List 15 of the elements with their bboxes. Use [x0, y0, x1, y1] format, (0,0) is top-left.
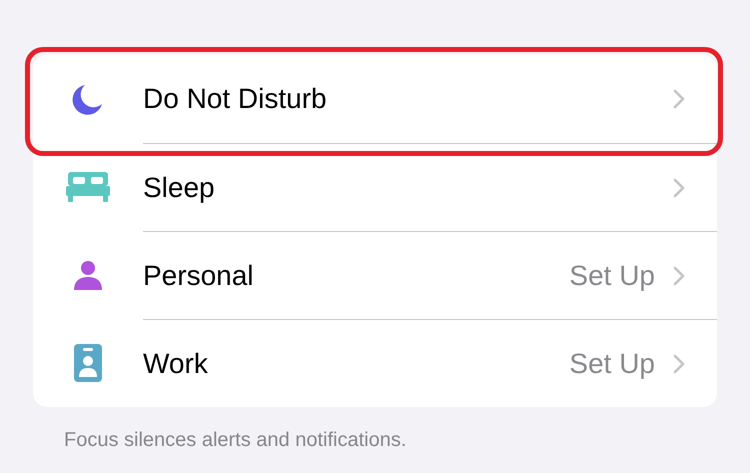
- chevron-icon: [673, 178, 685, 198]
- row-label: Do Not Disturb: [143, 82, 328, 116]
- focus-row[interactable]: Do Not Disturb: [33, 55, 717, 143]
- row-detail: Set Up: [569, 346, 655, 381]
- chevron-icon: [673, 89, 685, 109]
- chevron-icon: [673, 266, 685, 286]
- row-label: Sleep: [143, 170, 216, 205]
- focus-row[interactable]: Personal Set Up: [33, 231, 717, 319]
- focus-row[interactable]: Work Set Up: [33, 319, 717, 407]
- chevron-icon: [673, 354, 685, 374]
- row-label: Work: [143, 346, 209, 380]
- row-detail: Set Up: [569, 258, 655, 293]
- focus-row[interactable]: Sleep: [33, 143, 717, 231]
- footer-note: Focus silences alerts and notifications.: [64, 428, 408, 453]
- row-label: Personal: [143, 258, 255, 292]
